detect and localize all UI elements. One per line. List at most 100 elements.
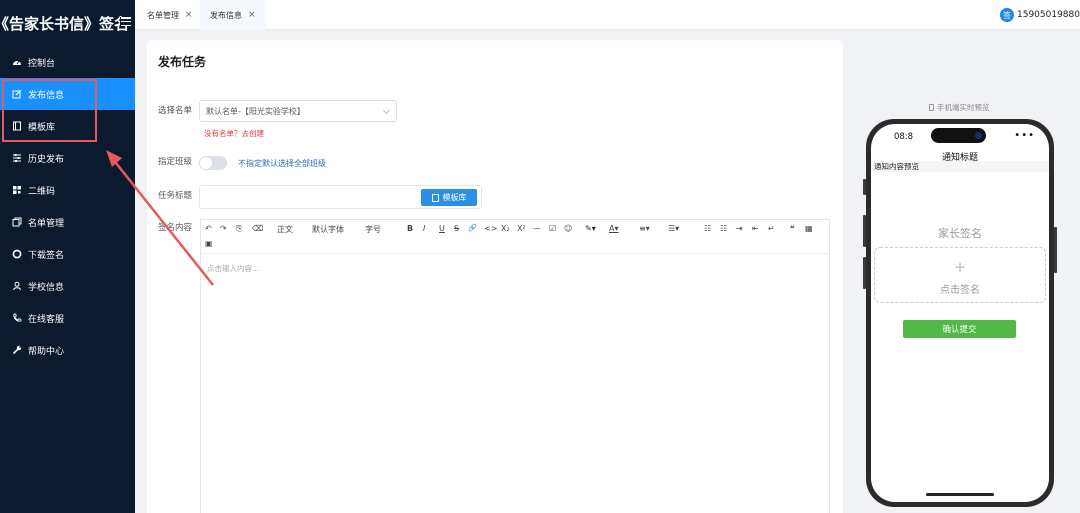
superscript-button[interactable]: X² [517, 224, 526, 233]
sidebar-item-online-service[interactable]: 在线客服 [0, 302, 135, 334]
signature-title: 家长签名 [938, 227, 982, 240]
sidebar-item-label: 帮助中心 [28, 346, 65, 357]
signature-hint: 点击签名 [940, 285, 980, 296]
list-select[interactable]: 默认名单-【阳光实验学校】 [199, 100, 397, 122]
signature-box[interactable]: + 点击签名 [874, 247, 1046, 303]
tab-label: 名单管理 [147, 10, 179, 20]
template-library-label: 模板库 [442, 193, 467, 202]
quote-icon[interactable]: ❝ [790, 224, 795, 233]
qrcode-icon [12, 185, 22, 195]
brand: 《告家长书信》签名 [0, 0, 135, 46]
strikethrough-button[interactable]: S [454, 224, 459, 233]
undo-icon[interactable]: ↶ [205, 224, 212, 233]
avatar: 签 [1000, 8, 1014, 22]
copy-icon [12, 217, 22, 227]
class-label: 指定班级 [158, 157, 193, 167]
class-toggle-hint: 不指定默认选择全部班级 [238, 159, 326, 168]
underline-button[interactable]: U [439, 224, 445, 233]
phone-icon [12, 313, 22, 323]
redo-icon[interactable]: ↷ [220, 224, 227, 233]
sidebar-item-label: 在线客服 [28, 314, 65, 325]
phone-screen: 08:8 ••• 通知标题 通知内容预览 家长签名 + 点击签名 确认提交 [871, 124, 1049, 502]
sidebar-item-label: 下载签名 [28, 250, 65, 261]
preview-label: 手机端实时预览 [929, 102, 990, 113]
close-icon[interactable]: × [185, 10, 193, 20]
list-select-value: 默认名单-【阳光实验学校】 [206, 106, 305, 116]
sidebar-item-qrcode[interactable]: 二维码 [0, 174, 135, 206]
close-icon[interactable]: × [248, 10, 256, 20]
paragraph-select[interactable]: 正文 [277, 224, 293, 235]
rich-text-editor[interactable]: ↶ ↷ ⎘ ⌫ 正文 默认字体 字号 B I U S 🔗 <> X₂ X² — … [200, 219, 830, 513]
italic-button[interactable]: I [423, 224, 425, 233]
mobile-icon [929, 104, 934, 111]
brand-title: 《告家长书信》签名 [0, 14, 130, 33]
phone-content-preview: 通知内容预览 [871, 161, 1049, 172]
page-title: 发布任务 [158, 55, 207, 69]
numbered-list-icon[interactable]: ☷ [720, 224, 727, 233]
font-size-select[interactable]: 字号 [365, 224, 381, 235]
horizontal-rule-icon[interactable]: — [533, 224, 541, 233]
home-indicator [926, 493, 994, 496]
phone-status-bar: 08:8 ••• [871, 124, 1049, 146]
sidebar-item-school-info[interactable]: 学校信息 [0, 270, 135, 302]
plus-icon: + [953, 258, 967, 276]
format-painter-icon[interactable]: ⎘ [236, 224, 242, 234]
chevron-down-icon [382, 106, 391, 115]
bold-button[interactable]: B [407, 224, 413, 233]
content-label: 签名内容 [158, 223, 193, 233]
user-menu[interactable]: 签 15905019880 [1000, 0, 1080, 30]
sidebar-item-label: 控制台 [28, 58, 56, 69]
tab-publish-info[interactable]: 发布信息 × [200, 0, 266, 30]
class-toggle[interactable] [199, 156, 227, 170]
dashboard-icon [12, 57, 22, 67]
circle-icon [12, 249, 22, 259]
tab-list-management[interactable]: 名单管理 × [137, 0, 203, 30]
emoji-icon[interactable]: ☺ [564, 224, 572, 233]
menu-toggle-icon[interactable] [120, 17, 131, 26]
phone-time: 08:8 [894, 132, 914, 142]
bullet-list-icon[interactable]: ☷ [704, 224, 711, 233]
outdent-icon[interactable]: ⇤ [752, 224, 759, 233]
sidebar-item-label: 名单管理 [28, 218, 65, 229]
user-icon [12, 281, 22, 291]
line-height-icon[interactable]: ☰▾ [668, 224, 679, 233]
template-library-button[interactable]: 模板库 [421, 189, 477, 206]
tab-bar: 名单管理 × 发布信息 × 签 15905019880 [135, 0, 1080, 30]
sidebar: 《告家长书信》签名 控制台 发布信息 模板库 历史发布 二维码 名单管理 下载签… [0, 0, 135, 513]
highlight-color-icon[interactable]: ✎▾ [585, 224, 596, 233]
font-family-select[interactable]: 默认字体 [312, 224, 344, 235]
sidebar-item-label: 二维码 [28, 186, 56, 197]
sidebar-item-list-management[interactable]: 名单管理 [0, 206, 135, 238]
dynamic-island [931, 128, 986, 143]
confirm-submit-button[interactable]: 确认提交 [903, 320, 1016, 338]
link-icon[interactable]: 🔗 [468, 224, 477, 232]
phone-side-button [863, 215, 866, 247]
task-title-input[interactable]: 模板库 [199, 185, 482, 209]
sidebar-item-dashboard[interactable]: 控制台 [0, 46, 135, 78]
user-phone: 15905019880 [1017, 10, 1080, 20]
publish-task-panel: 发布任务 选择名单 默认名单-【阳光实验学校】 没有名单？去创建 指定班级 不指… [147, 40, 843, 513]
create-list-link[interactable]: 没有名单？去创建 [204, 128, 264, 139]
clear-format-icon[interactable]: ⌫ [252, 224, 263, 233]
annotation-highlight-box [2, 79, 97, 142]
tab-label: 发布信息 [210, 10, 242, 20]
sidebar-item-history[interactable]: 历史发布 [0, 142, 135, 174]
align-icon[interactable]: ≡▾ [639, 224, 650, 233]
phone-side-button [863, 179, 866, 195]
sidebar-item-download-signatures[interactable]: 下载签名 [0, 238, 135, 270]
image-icon[interactable]: ▣ [205, 239, 213, 248]
font-color-icon[interactable]: A▾ [609, 224, 619, 233]
wrap-icon[interactable]: ↵ [768, 224, 775, 233]
preview-label-text: 手机端实时预览 [937, 103, 990, 112]
task-title-label: 任务标题 [158, 191, 193, 201]
table-icon[interactable]: ▦ [805, 224, 813, 233]
code-icon[interactable]: <> [484, 224, 497, 233]
more-icon: ••• [1014, 130, 1035, 141]
todo-icon[interactable]: ☑ [549, 224, 556, 233]
sidebar-item-help[interactable]: 帮助中心 [0, 334, 135, 366]
subscript-button[interactable]: X₂ [501, 224, 510, 233]
document-icon [431, 193, 439, 202]
editor-placeholder: 点击输入内容... [207, 264, 260, 273]
indent-icon[interactable]: ⇥ [736, 224, 743, 233]
sliders-icon [12, 153, 22, 163]
